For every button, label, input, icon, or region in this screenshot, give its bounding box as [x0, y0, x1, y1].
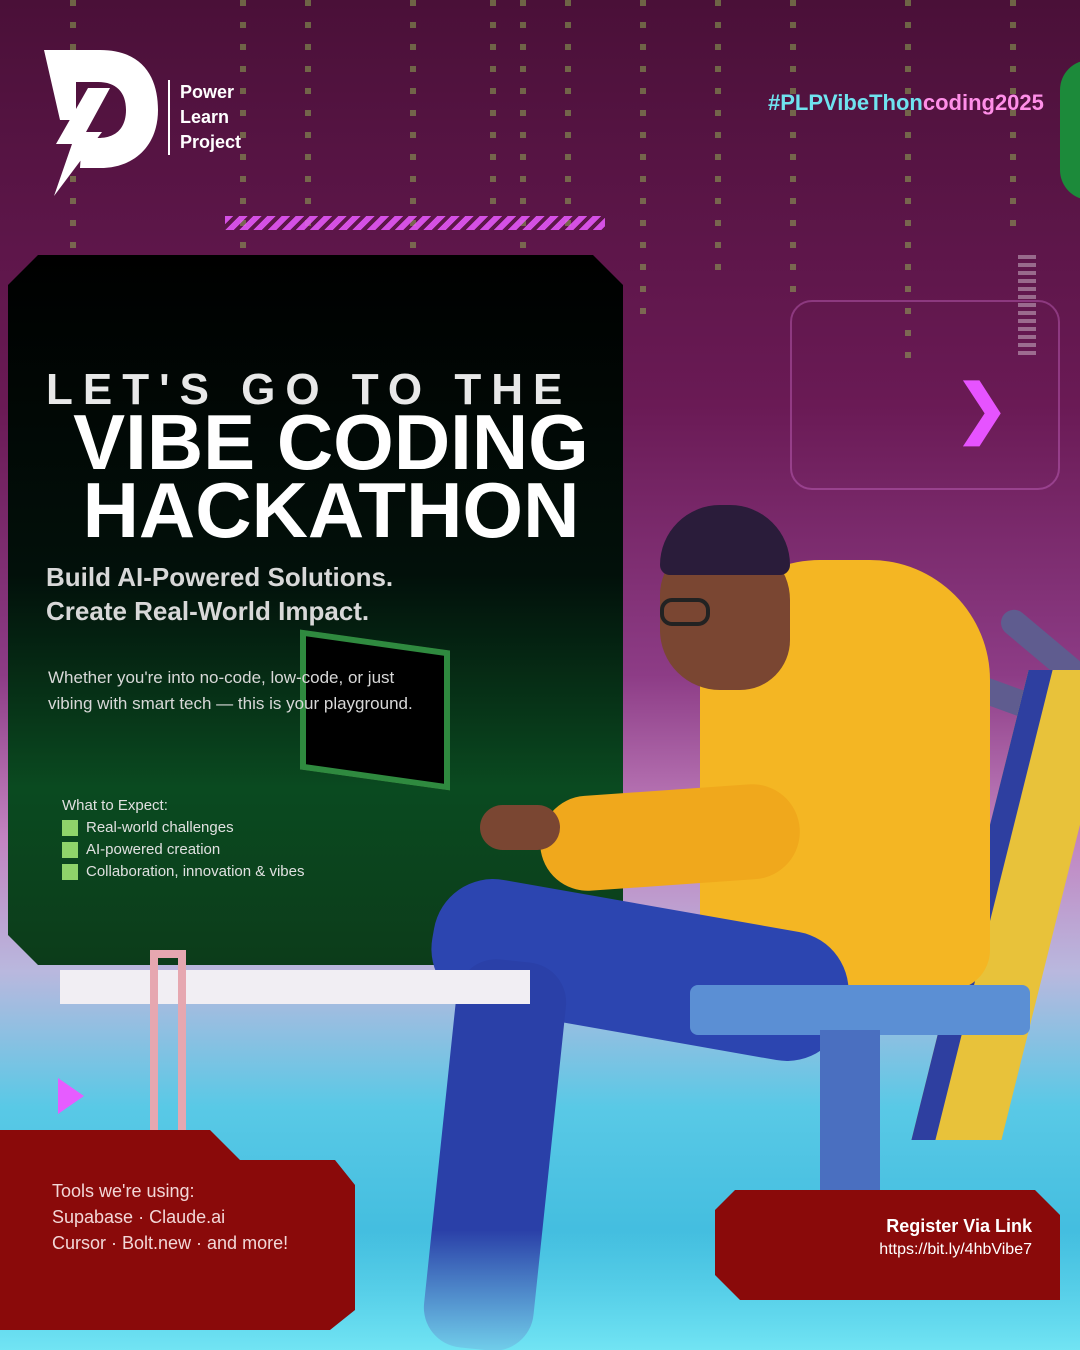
chair-seat-illustration — [690, 985, 1030, 1035]
matrix-rain — [305, 0, 311, 230]
arm-illustration — [537, 781, 803, 894]
register-title: Register Via Link — [886, 1216, 1032, 1236]
tools-line: Cursor · Bolt.new · and more! — [52, 1233, 289, 1253]
hashtag-part1: #PLPVibeThon — [768, 90, 923, 115]
power-learn-logo-icon — [44, 50, 158, 196]
chevron-right-icon: ❯ — [955, 372, 1009, 444]
headline: VIBE CODING HACKATHON — [46, 403, 616, 554]
subheadline-line: Build AI-Powered Solutions. — [46, 562, 394, 592]
matrix-rain — [565, 0, 571, 240]
check-square-icon — [62, 864, 78, 880]
tools-box: Tools we're using: Supabase · Claude.ai … — [0, 1130, 355, 1330]
desk-leg-illustration — [150, 950, 186, 1130]
list-item: Real-world challenges — [62, 817, 304, 839]
matrix-rain — [490, 0, 496, 210]
check-square-icon — [62, 842, 78, 858]
register-box: Register Via Link https://bit.ly/4hbVibe… — [715, 1190, 1060, 1300]
check-square-icon — [62, 820, 78, 836]
list-item: Collaboration, innovation & vibes — [62, 861, 304, 883]
subheadline: Build AI-Powered Solutions. Create Real-… — [46, 560, 393, 628]
matrix-rain — [715, 0, 721, 270]
dashed-accent-bar — [225, 216, 605, 230]
hashtag: #PLPVibeThoncoding2025 — [768, 90, 1044, 120]
hand-illustration — [480, 805, 560, 850]
matrix-rain — [640, 0, 646, 330]
tools-line: Tools we're using: — [52, 1181, 195, 1201]
list-item-label: Collaboration, innovation & vibes — [86, 863, 305, 880]
hair-illustration — [660, 505, 790, 575]
list-item: AI-powered creation — [62, 839, 304, 861]
vertical-ticker — [1018, 255, 1036, 355]
list-item-label: AI-powered creation — [86, 841, 221, 858]
subheadline-line: Create Real-World Impact. — [46, 596, 370, 626]
logo-wordmark: Power Learn Project — [168, 80, 241, 155]
glasses-illustration — [660, 598, 710, 626]
hashtag-part2: coding2025 — [922, 90, 1044, 115]
play-triangle-icon — [58, 1078, 84, 1114]
hackathon-poster: Power Learn Project #PLPVibeThoncoding20… — [0, 0, 1080, 1350]
expect-title: What to Expect: — [62, 797, 168, 814]
logo-line: Project — [180, 132, 242, 152]
expect-list: What to Expect: Real-world challenges AI… — [62, 795, 304, 883]
desk-illustration — [60, 970, 530, 1004]
headline-line: HACKATHON — [82, 466, 580, 554]
green-orb-decoration — [1060, 60, 1080, 200]
logo-line: Power — [180, 82, 235, 102]
register-link[interactable]: https://bit.ly/4hbVibe7 — [715, 1238, 1032, 1262]
chair-base-illustration — [820, 1030, 880, 1190]
logo-line: Learn — [180, 107, 230, 127]
tools-line: Supabase · Claude.ai — [52, 1207, 226, 1227]
body-copy: Whether you're into no-code, low-code, o… — [48, 668, 413, 713]
list-item-label: Real-world challenges — [86, 819, 234, 836]
matrix-rain — [790, 0, 796, 300]
matrix-rain — [1010, 0, 1016, 240]
